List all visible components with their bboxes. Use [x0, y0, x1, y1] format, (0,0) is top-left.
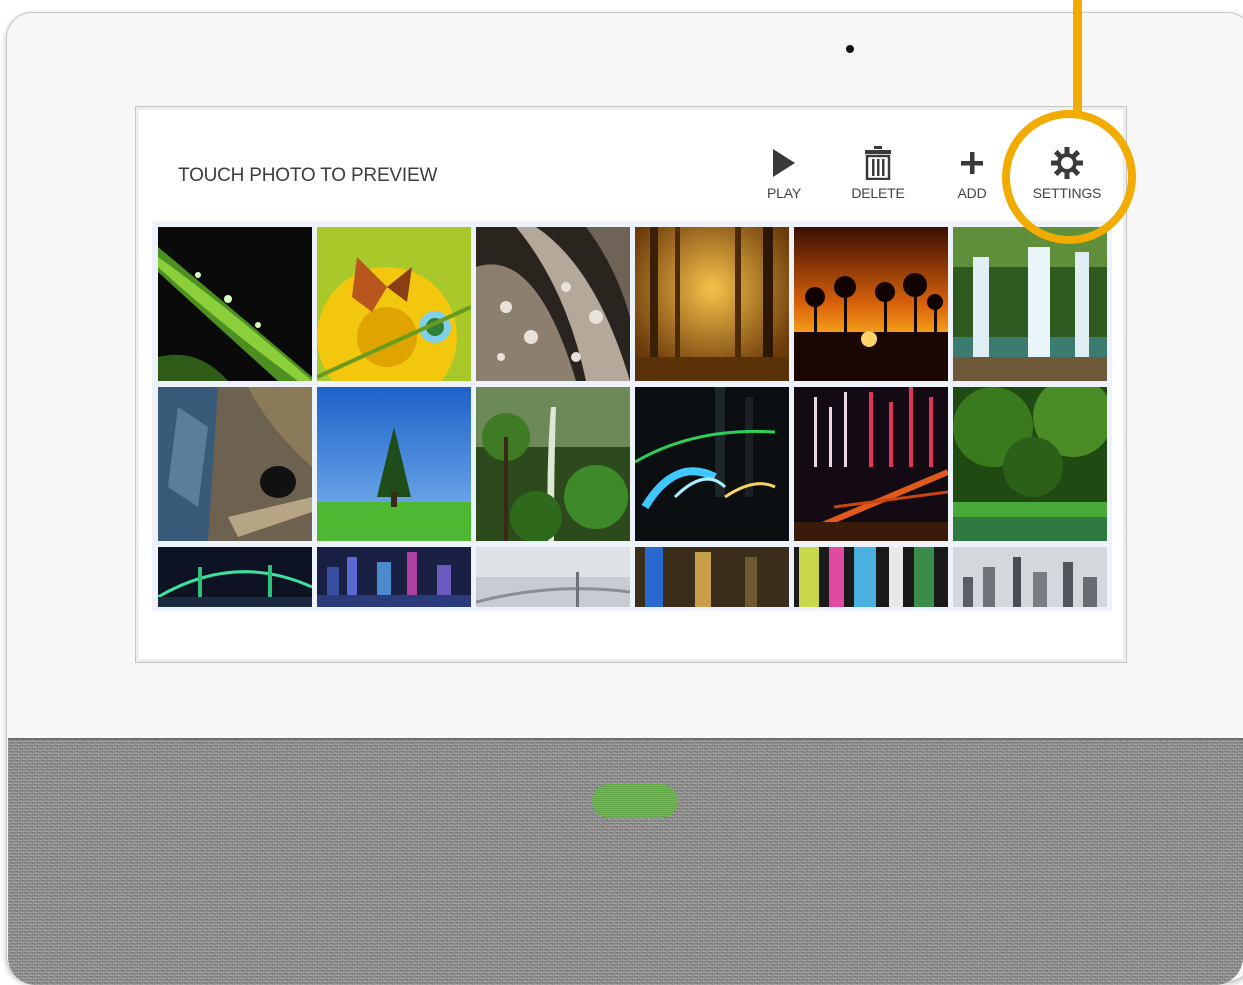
play-button[interactable]: PLAY	[739, 145, 829, 207]
speaker-bezel	[8, 738, 1243, 985]
photo-thumbnail[interactable]	[953, 227, 1107, 381]
callout-line	[1073, 0, 1082, 112]
photo-thumbnail[interactable]	[317, 227, 471, 381]
photo-thumbnail[interactable]	[317, 547, 471, 607]
photo-screen: TOUCH PHOTO TO PREVIEW PLAY DELETE ADD S…	[135, 106, 1127, 663]
photo-thumbnail[interactable]	[635, 387, 789, 541]
photo-thumbnail[interactable]	[953, 547, 1107, 607]
photo-thumbnail[interactable]	[476, 227, 630, 381]
add-label: ADD	[957, 185, 987, 201]
photo-thumbnail[interactable]	[794, 227, 948, 381]
delete-label: DELETE	[851, 185, 905, 201]
photo-thumbnail[interactable]	[953, 387, 1107, 541]
play-icon	[739, 145, 829, 181]
settings-button[interactable]: SETTINGS	[1022, 145, 1112, 207]
photo-thumbnail[interactable]	[158, 387, 312, 541]
photo-thumbnail[interactable]	[794, 387, 948, 541]
plus-icon	[927, 145, 1017, 181]
gear-icon	[1022, 145, 1112, 181]
delete-button[interactable]: DELETE	[833, 145, 923, 207]
photo-thumbnail[interactable]	[476, 387, 630, 541]
photo-grid	[152, 221, 1112, 611]
photo-thumbnail[interactable]	[635, 547, 789, 607]
home-button[interactable]	[592, 784, 678, 818]
settings-label: SETTINGS	[1032, 185, 1102, 201]
photo-thumbnail[interactable]	[158, 227, 312, 381]
page-title: TOUCH PHOTO TO PREVIEW	[178, 165, 438, 186]
trash-icon	[833, 145, 923, 181]
add-button[interactable]: ADD	[927, 145, 1017, 207]
camera-dot	[846, 45, 854, 53]
photo-thumbnail[interactable]	[158, 547, 312, 607]
photo-thumbnail[interactable]	[635, 227, 789, 381]
photo-thumbnail[interactable]	[476, 547, 630, 607]
photo-thumbnail[interactable]	[794, 547, 948, 607]
play-label: PLAY	[767, 185, 801, 201]
photo-thumbnail[interactable]	[317, 387, 471, 541]
